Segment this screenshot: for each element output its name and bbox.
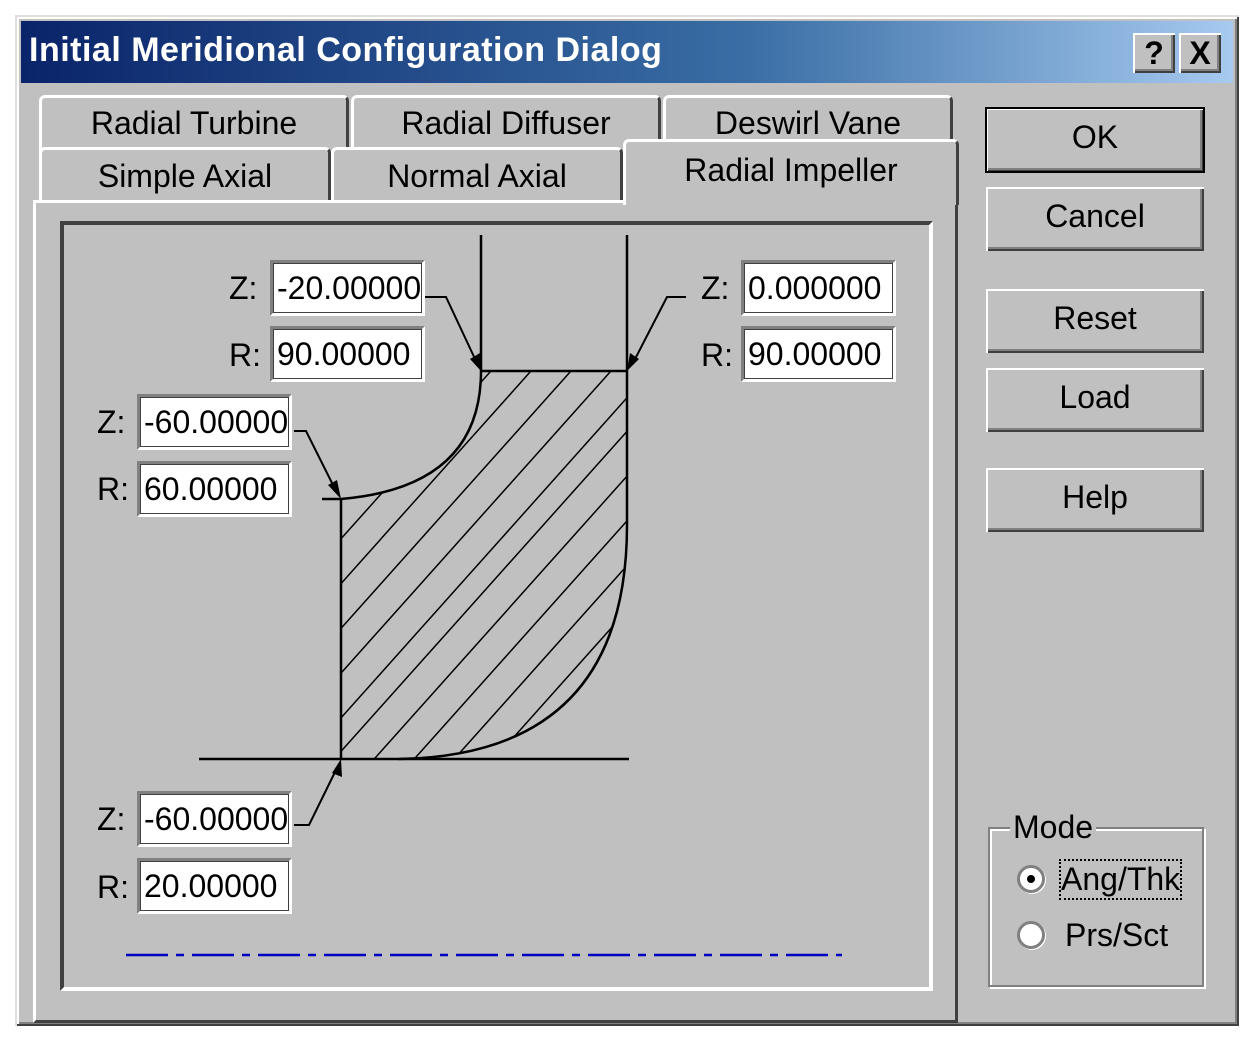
mode-group-label: Mode <box>1010 809 1097 846</box>
prs-sct-label[interactable]: Prs/Sct <box>1065 917 1168 954</box>
help-button[interactable]: Help <box>986 468 1204 532</box>
cancel-button[interactable]: Cancel <box>986 187 1204 251</box>
tab-radial-turbine[interactable]: Radial Turbine <box>39 95 349 155</box>
r-label: R: <box>97 471 129 507</box>
hub-mid-z-field[interactable]: -60.00000 <box>137 394 292 450</box>
tab-radial-diffuser[interactable]: Radial Diffuser <box>351 95 661 155</box>
tab-radial-impeller[interactable]: Radial Impeller <box>623 139 959 205</box>
z-label: Z: <box>701 270 730 306</box>
ang-thk-radio[interactable] <box>1017 865 1045 893</box>
reset-button[interactable]: Reset <box>986 289 1204 353</box>
prs-sct-radio[interactable] <box>1017 921 1045 949</box>
tab-simple-axial[interactable]: Simple Axial <box>39 147 331 203</box>
mode-groupbox <box>988 827 1204 987</box>
tab-normal-axial[interactable]: Normal Axial <box>331 147 623 203</box>
close-icon[interactable]: X <box>1179 33 1221 73</box>
shroud-inlet-z-field[interactable]: -20.00000 <box>270 260 425 316</box>
ang-thk-label[interactable]: Ang/Thk <box>1058 859 1183 900</box>
title-bar[interactable]: Initial Meridional Configuration Dialog … <box>21 21 1233 83</box>
r-label: R: <box>97 869 129 905</box>
help-icon[interactable]: ? <box>1133 33 1175 73</box>
z-label: Z: <box>229 270 258 306</box>
dialog-window: Initial Meridional Configuration Dialog … <box>15 15 1239 1026</box>
shroud-outlet-r-field[interactable]: 90.00000 <box>741 326 896 382</box>
load-button[interactable]: Load <box>986 368 1204 432</box>
r-label: R: <box>229 337 261 373</box>
z-label: Z: <box>97 801 126 837</box>
ok-button[interactable]: OK <box>985 107 1205 173</box>
radio-selected-dot <box>1027 875 1035 883</box>
z-label: Z: <box>97 404 126 440</box>
shroud-outlet-z-field[interactable]: 0.000000 <box>741 260 896 316</box>
hub-inlet-r-field[interactable]: 20.00000 <box>137 858 292 914</box>
window-title: Initial Meridional Configuration Dialog <box>29 31 663 69</box>
hub-mid-r-field[interactable]: 60.00000 <box>137 461 292 517</box>
blade-hatching <box>341 371 627 759</box>
shroud-inlet-r-field[interactable]: 90.00000 <box>270 326 425 382</box>
hub-inlet-z-field[interactable]: -60.00000 <box>137 791 292 847</box>
r-label: R: <box>701 337 733 373</box>
